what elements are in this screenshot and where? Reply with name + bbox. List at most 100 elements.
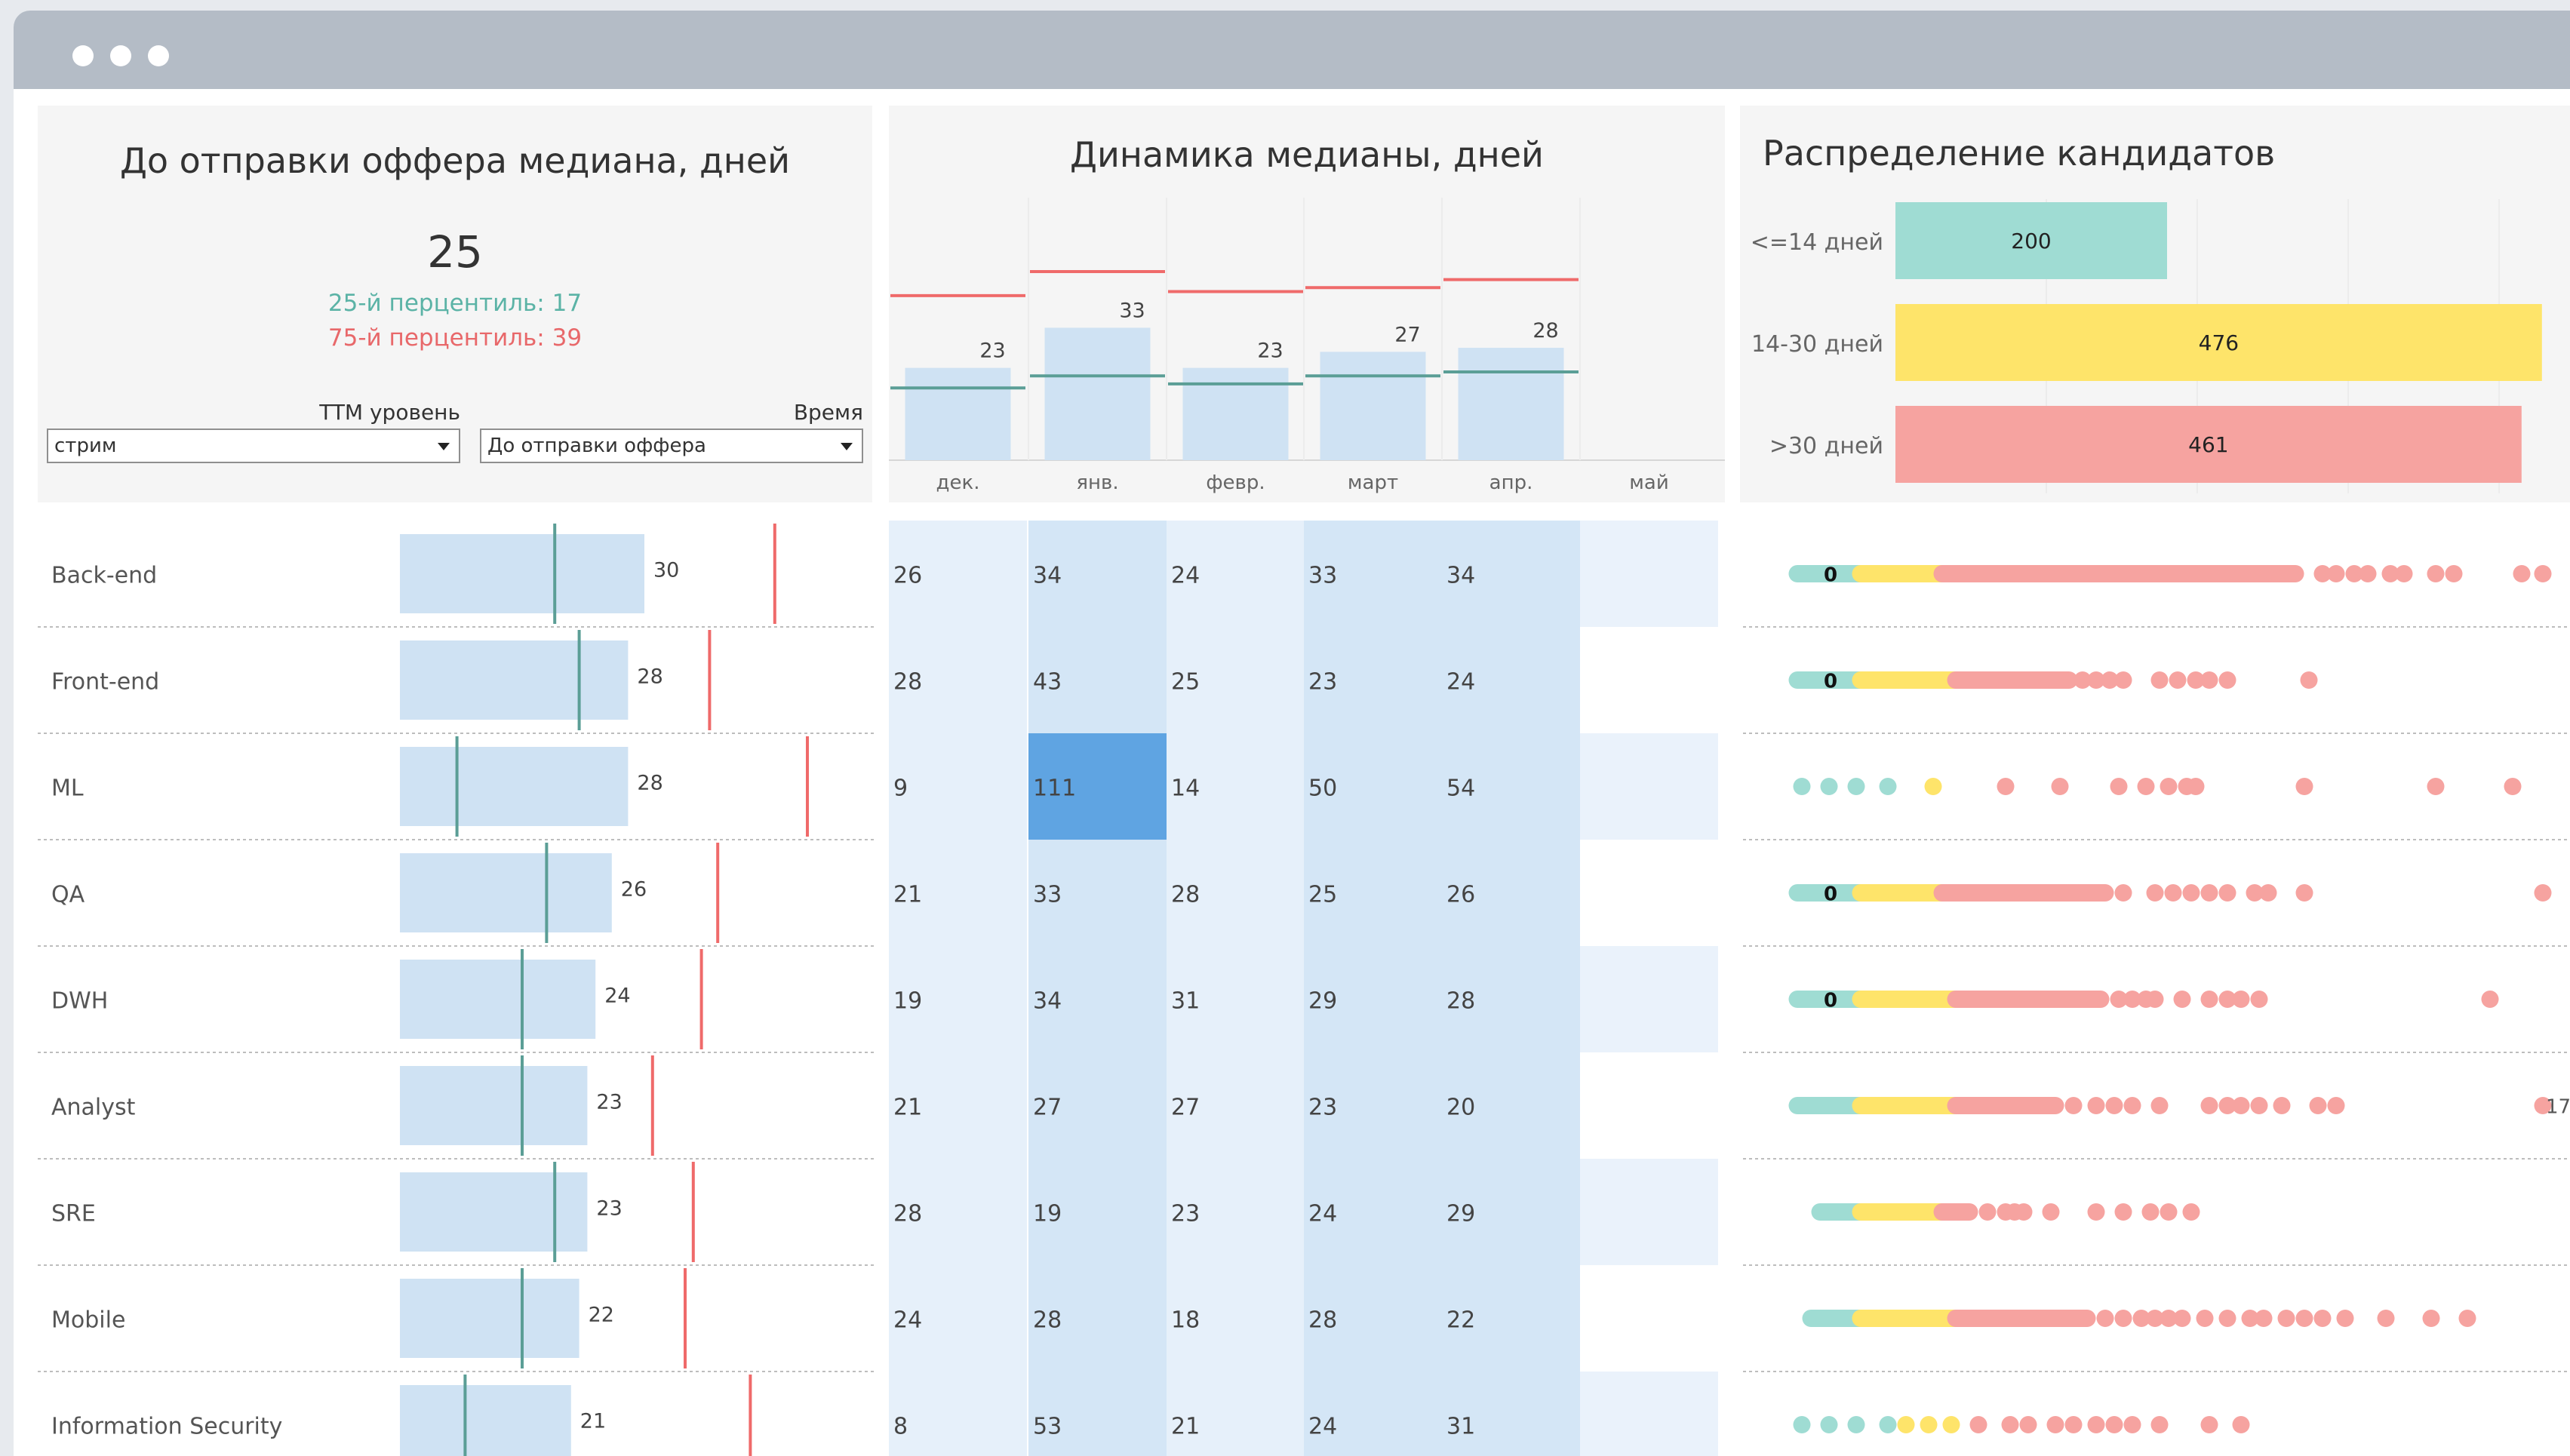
distribution-point [2232,991,2250,1008]
distribution-point [2422,1310,2440,1327]
stream-median-label: 24 [604,984,630,1008]
distribution-point [2327,1097,2345,1114]
distribution-point [2534,565,2552,582]
bucket-data-label: 476 [2199,330,2239,355]
distribution-point [2110,778,2128,795]
heatmap-cell [1580,840,1718,946]
distribution-point [1997,778,2015,795]
distribution-point [2001,1416,2019,1433]
stream-name-label: SRE [51,1201,96,1227]
heatmap-cell [1580,1052,1718,1159]
trend-bar [1182,367,1289,460]
heatmap-value: 24 [1446,669,1475,696]
heatmap-value: 29 [1446,1201,1475,1227]
distribution-point [1978,1203,1997,1221]
distribution-point [2200,991,2218,1008]
trend-tick-label: февр. [1206,472,1265,494]
trend-tick-label: май [1629,472,1668,494]
distribution-point [2150,1416,2169,1433]
heatmap-value: 23 [1308,1095,1337,1121]
distribution-point [2200,1097,2218,1114]
bucket-label: 14-30 дней [1751,331,1883,358]
distribution-point [2395,565,2413,582]
distribution-point [2200,671,2218,689]
stream-median-bar [400,1279,579,1358]
distribution-point [2427,565,2445,582]
distribution-point [2295,1310,2313,1327]
distribution-point [2019,1416,2037,1433]
stream-median-bar [400,853,612,932]
heatmap-value: 23 [1308,669,1337,696]
heatmap-value: 24 [1308,1414,1337,1440]
heatmap-value: 31 [1171,988,1200,1015]
heatmap-value: 28 [1446,988,1475,1015]
distribution-point [2187,778,2205,795]
distribution-point [2196,1310,2214,1327]
heatmap-value: 34 [1033,988,1062,1015]
distribution-point [2327,565,2345,582]
heatmap-value: 111 [1033,776,1076,802]
trend-tick-label: март [1348,472,1398,494]
distribution-point [2150,671,2169,689]
distribution-point [2123,1097,2141,1114]
heatmap-value: 8 [893,1414,908,1440]
distribution-point [2105,1416,2123,1433]
stream-median-label: 28 [637,772,662,795]
distribution-point [2087,1097,2105,1114]
heatmap-cell [889,1372,1027,1456]
distribution-point [2200,884,2218,902]
heatmap-value: 34 [1446,563,1475,589]
stream-median-bar [400,1385,571,1456]
distribution-point [2173,1310,2191,1327]
stream-name-label: Mobile [51,1307,125,1334]
stream-median-bar [400,960,596,1039]
distribution-point [2146,884,2164,902]
distribution-point [2250,991,2268,1008]
heatmap-value: 33 [1308,563,1337,589]
distribution-point [2218,884,2236,902]
distribution-point [2114,1310,2132,1327]
distribution-point [1847,1416,1865,1433]
stream-median-label: 23 [596,1197,622,1221]
distribution-point [1920,1416,1938,1433]
stream-median-bar [400,1066,588,1145]
distribution-point [2200,1416,2218,1433]
distribution-max-label: 176 [2546,1096,2570,1119]
distribution-point [2458,1310,2476,1327]
heatmap-value: 25 [1308,882,1337,908]
distribution-point [1793,778,1811,795]
heatmap-cell [889,733,1027,840]
trend-bar [905,367,1011,460]
heatmap-value: 28 [893,669,922,696]
distribution-point [2114,884,2132,902]
heatmap-value: 31 [1446,1414,1475,1440]
distribution-point [2377,1310,2395,1327]
distribution-point [2087,1203,2105,1221]
distribution-point [2146,991,2164,1008]
stream-name-label: Front-end [51,669,159,696]
distribution-point [2096,1310,2114,1327]
distribution-point [2232,1416,2250,1433]
distribution-point [2250,1097,2268,1114]
distribution-point [2141,1203,2160,1221]
bucket-label: <=14 дней [1751,229,1883,256]
distribution-point [1969,1416,1987,1433]
heatmap-cell [1580,1159,1718,1265]
heatmap-value: 27 [1033,1095,1062,1121]
trend-data-label: 23 [1257,339,1283,363]
distribution-point [1820,778,1838,795]
heatmap-value: 34 [1033,563,1062,589]
heatmap-value: 21 [893,1095,922,1121]
heatmap-value: 26 [893,563,922,589]
dashboard-charts: дек.23янв.33февр.23март27апр.28май200<=1… [38,198,2570,1456]
heatmap-value: 28 [1033,1307,1062,1334]
distribution-point [2182,884,2200,902]
trend-data-label: 33 [1119,299,1145,322]
distribution-point [2042,1203,2060,1221]
distribution-point [2336,1310,2354,1327]
heatmap-value: 29 [1308,988,1337,1015]
stream-median-bar [400,1172,588,1252]
distribution-zero-label: 0 [1824,883,1837,906]
distribution-point [2182,1203,2200,1221]
distribution-point [2309,1097,2327,1114]
